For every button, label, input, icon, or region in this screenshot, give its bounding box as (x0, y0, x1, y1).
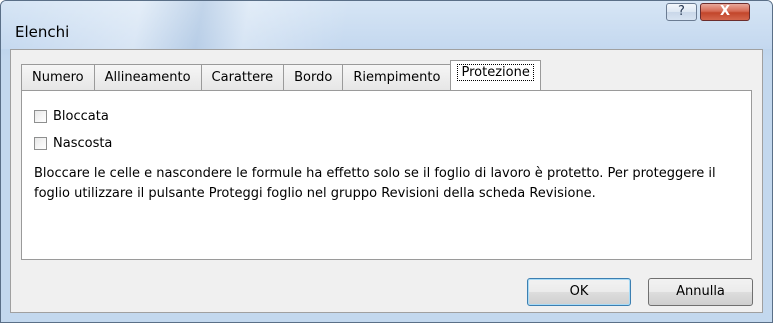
tab-riempimento[interactable]: Riempimento (342, 64, 452, 90)
protection-description: Bloccare le celle e nascondere le formul… (34, 166, 716, 201)
help-button[interactable]: ? (666, 3, 697, 21)
tab-protezione[interactable]: Protezione (450, 60, 541, 90)
close-icon: X (719, 4, 731, 19)
title-bar[interactable]: Elenchi ? X (1, 1, 772, 49)
ok-button[interactable]: OK (527, 278, 631, 306)
tab-numero[interactable]: Numero (21, 64, 95, 90)
tab-protezione-label: Protezione (457, 64, 534, 81)
dialog-title: Elenchi (15, 23, 70, 41)
hidden-label: Nascosta (53, 136, 113, 151)
close-button[interactable]: X (700, 3, 750, 21)
locked-option[interactable]: Bloccata (34, 109, 109, 124)
hidden-option[interactable]: Nascosta (34, 136, 112, 151)
tab-carattere[interactable]: Carattere (200, 64, 285, 90)
locked-label: Bloccata (53, 109, 109, 124)
protection-panel: Bloccata Nascosta Bloccare le celle e na… (21, 90, 752, 260)
help-icon: ? (678, 4, 685, 19)
cancel-button[interactable]: Annulla (648, 278, 753, 306)
tab-strip: Numero Allineamento Carattere Bordo Riem… (21, 60, 541, 90)
tab-bordo[interactable]: Bordo (283, 64, 344, 90)
tab-allineamento[interactable]: Allineamento (93, 64, 202, 90)
hidden-checkbox[interactable] (34, 137, 47, 150)
locked-checkbox[interactable] (34, 110, 47, 123)
